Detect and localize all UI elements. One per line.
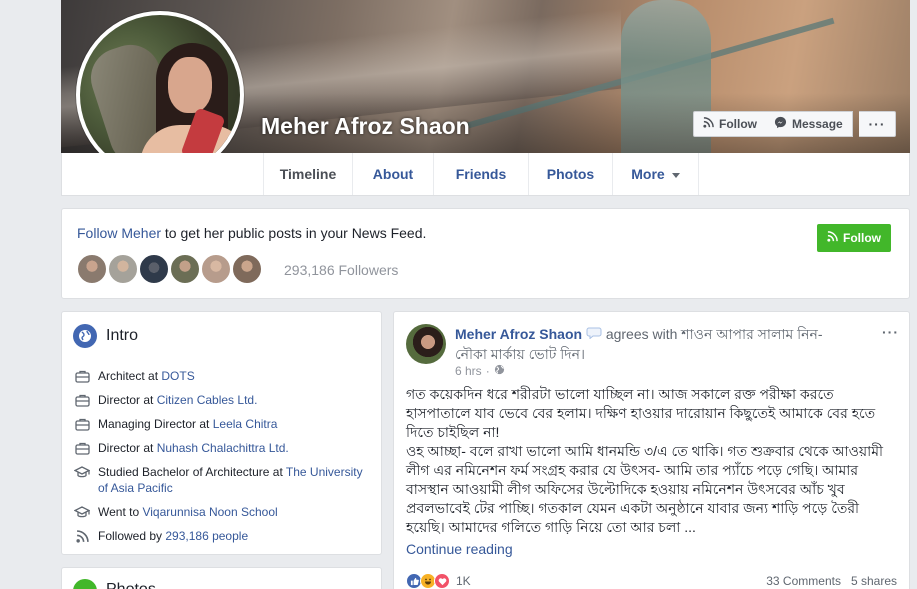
public-globe-icon	[494, 364, 505, 378]
cover-follow-label: Follow	[719, 117, 757, 131]
post-author[interactable]: Meher Afroz Shaon	[455, 326, 582, 342]
intro-item-link[interactable]: 293,186 people	[165, 529, 248, 543]
photos-icon	[73, 579, 97, 589]
intro-item-link[interactable]: Viqarunnisa Noon School	[142, 505, 277, 519]
follower-avatars	[76, 253, 263, 285]
reaction-count: 1K	[456, 574, 471, 588]
post-paragraph: ওহ আচ্ছা- বলে রাখা ভালো আমি ধানমন্ডি ৩/এ…	[406, 443, 883, 535]
intro-item: Managing Director at Leela Chitra	[74, 416, 374, 432]
follower-avatar[interactable]	[76, 253, 108, 285]
dot-separator: ·	[485, 364, 490, 378]
speech-bubble-icon	[586, 326, 602, 342]
graduation-cap-icon	[74, 464, 90, 480]
intro-item: Director at Nuhash Chalachittra Ltd.	[74, 440, 374, 456]
tab-photos[interactable]: Photos	[528, 153, 612, 195]
post-header: Meher Afroz Shaon agrees with শাওন আপার …	[455, 324, 855, 364]
message-label: Message	[792, 117, 843, 131]
post-body: গত কয়েকদিন ধরে শরীরটা ভালো যাচ্ছিল না। …	[406, 385, 884, 537]
profile-nav: Timeline About Friends Photos More	[61, 153, 910, 196]
tab-more[interactable]: More	[612, 153, 699, 195]
follow-prompt: Follow Meher to get her public posts in …	[77, 225, 426, 241]
intro-item-prefix: Director at	[98, 393, 157, 407]
intro-item-prefix: Studied Bachelor of Architecture at	[98, 465, 286, 479]
briefcase-icon	[74, 368, 90, 384]
post-meta: 6 hrs ·	[455, 364, 505, 378]
intro-item: Director at Citizen Cables Ltd.	[74, 392, 374, 408]
follow-card: Follow Meher to get her public posts in …	[61, 208, 910, 299]
globe-icon	[73, 324, 97, 348]
tab-friends[interactable]: Friends	[433, 153, 528, 195]
continue-reading-link[interactable]: Continue reading	[406, 541, 513, 557]
intro-item: Went to Viqarunnisa Noon School	[74, 504, 374, 520]
briefcase-icon	[74, 440, 90, 456]
tab-timeline[interactable]: Timeline	[263, 153, 352, 195]
intro-item: Architect at DOTS	[74, 368, 374, 384]
rss-icon	[74, 528, 90, 544]
follower-avatar[interactable]	[231, 253, 263, 285]
reactions-summary[interactable]: 1K	[406, 573, 471, 589]
post-author-avatar[interactable]	[406, 324, 446, 364]
tab-more-label: More	[631, 166, 665, 182]
post-card: Meher Afroz Shaon agrees with শাওন আপার …	[393, 311, 910, 589]
follow-prompt-text: to get her public posts in your News Fee…	[161, 225, 427, 241]
intro-item-link[interactable]: Nuhash Chalachittra Ltd.	[157, 441, 289, 455]
rss-icon	[827, 231, 838, 245]
love-reaction-icon	[434, 573, 450, 589]
intro-title: Intro	[106, 327, 139, 344]
post-options-button[interactable]: ···	[882, 324, 899, 340]
intro-item: Followed by 293,186 people	[74, 528, 374, 544]
post-stats: 33 Comments 5 shares	[766, 574, 897, 588]
briefcase-icon	[74, 392, 90, 408]
follower-avatar[interactable]	[107, 253, 139, 285]
follow-button[interactable]: Follow	[817, 224, 891, 252]
intro-item-prefix: Managing Director at	[98, 417, 213, 431]
caret-down-icon	[671, 172, 680, 178]
follow-prompt-link[interactable]: Follow Meher	[77, 225, 161, 241]
intro-item-link[interactable]: Leela Chitra	[213, 417, 278, 431]
intro-item: Studied Bachelor of Architecture at The …	[74, 464, 374, 496]
photos-title[interactable]: Photos	[106, 581, 156, 589]
intro-card: Intro Architect at DOTS Director at Citi…	[61, 311, 382, 555]
post-paragraph: গত কয়েকদিন ধরে শরীরটা ভালো যাচ্ছিল না। …	[406, 386, 876, 440]
follower-avatar[interactable]	[200, 253, 232, 285]
profile-name[interactable]: Meher Afroz Shaon	[261, 113, 470, 140]
intro-item-link[interactable]: Citizen Cables Ltd.	[157, 393, 258, 407]
comments-count[interactable]: 33 Comments	[766, 574, 841, 588]
intro-item-prefix: Director at	[98, 441, 157, 455]
intro-item-prefix: Went to	[98, 505, 143, 519]
photos-card: Photos	[61, 567, 382, 589]
post-time[interactable]: 6 hrs	[455, 364, 482, 378]
graduation-cap-icon	[74, 504, 90, 520]
cover-follow-button[interactable]: Follow	[693, 111, 767, 137]
more-options-button[interactable]: ···	[859, 111, 896, 137]
follower-avatar[interactable]	[169, 253, 201, 285]
message-button[interactable]: Message	[765, 111, 853, 137]
intro-item-link[interactable]: DOTS	[161, 369, 194, 383]
follow-button-label: Follow	[843, 231, 881, 245]
briefcase-icon	[74, 416, 90, 432]
rss-icon	[703, 117, 714, 131]
tab-about[interactable]: About	[352, 153, 433, 195]
followers-count[interactable]: 293,186 Followers	[284, 262, 398, 278]
intro-item-prefix: Followed by	[98, 529, 166, 543]
messenger-icon	[774, 116, 787, 132]
shares-count[interactable]: 5 shares	[851, 574, 897, 588]
intro-item-prefix: Architect at	[98, 369, 162, 383]
follower-avatar[interactable]	[138, 253, 170, 285]
